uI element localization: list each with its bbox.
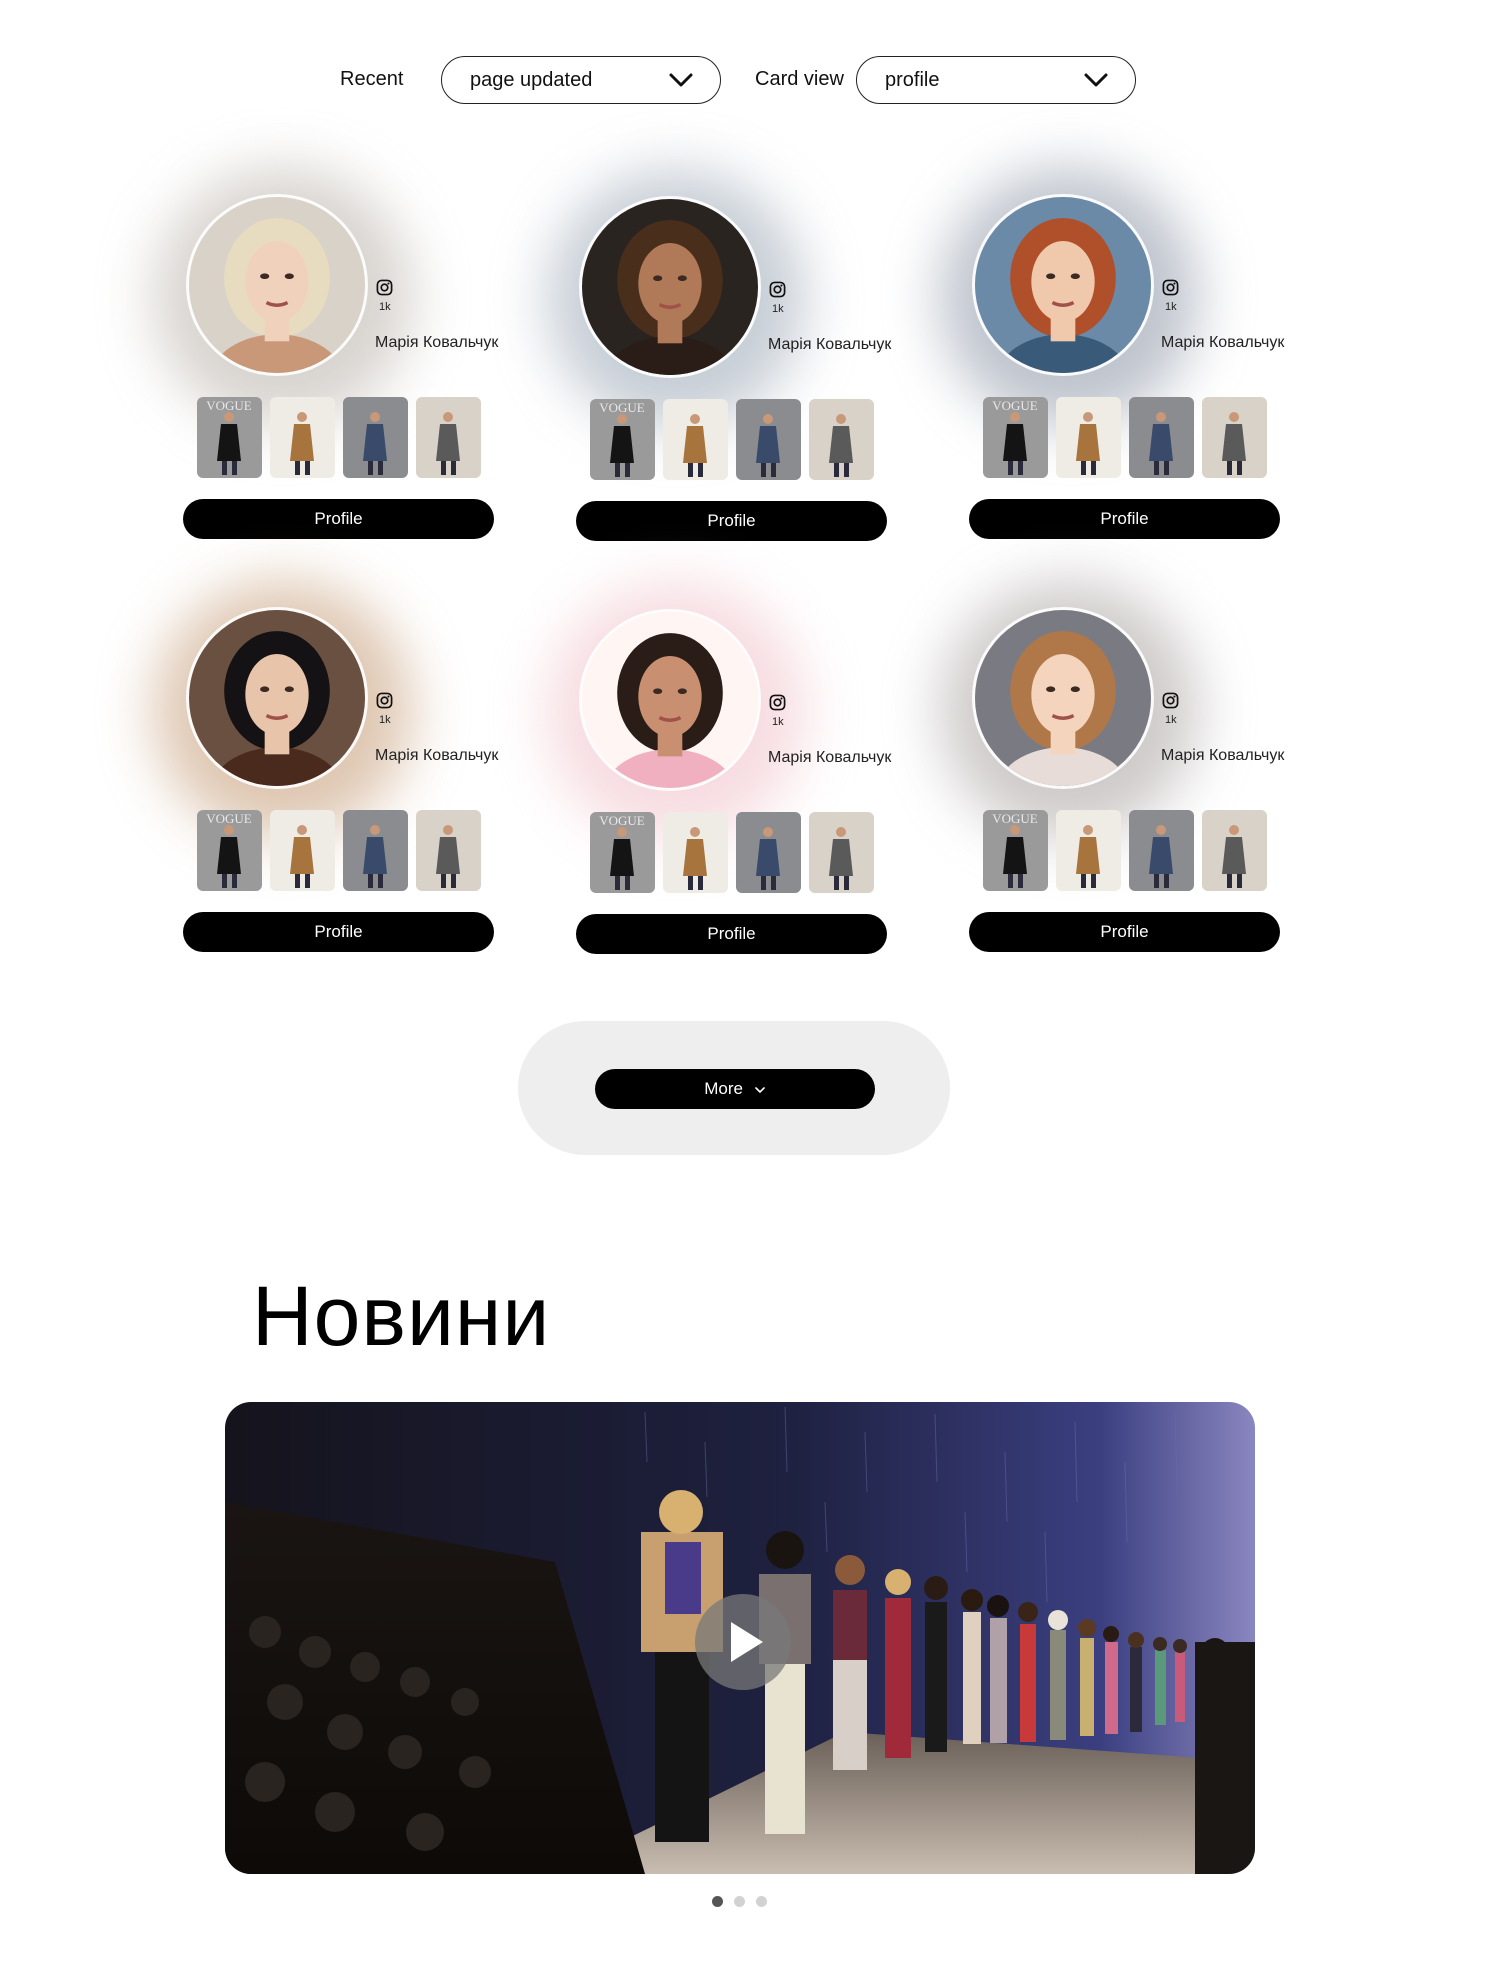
profile-thumbnail[interactable]: VOGUE [590, 399, 655, 480]
chevron-down-icon [669, 73, 693, 87]
profile-name: Марія Ковальчук [768, 336, 892, 353]
profile-card-4: 1k Марія Ковальчук VOGUE Profile [153, 580, 513, 970]
svg-text:VOGUE: VOGUE [992, 811, 1038, 826]
profile-thumbnail[interactable]: VOGUE [197, 810, 262, 891]
profile-thumbnail[interactable] [1056, 397, 1121, 478]
news-heading: Новини [252, 1269, 551, 1363]
instagram-follower-count: 1k [1165, 714, 1177, 726]
profile-button[interactable]: Profile [576, 501, 887, 541]
profile-thumbnails: VOGUE [983, 397, 1283, 479]
avatar[interactable] [975, 610, 1151, 786]
profile-thumbnail[interactable] [1056, 810, 1121, 891]
profile-thumbnail[interactable] [270, 397, 335, 478]
avatar[interactable] [189, 610, 365, 786]
profile-name: Марія Ковальчук [1161, 747, 1285, 764]
more-button[interactable]: More [595, 1069, 875, 1109]
profile-button[interactable]: Profile [969, 499, 1280, 539]
instagram-icon[interactable] [1162, 279, 1179, 296]
instagram-follower-count: 1k [379, 714, 391, 726]
chevron-down-icon [754, 1086, 765, 1093]
instagram-follower-count: 1k [772, 716, 784, 728]
recent-select[interactable]: page updated [441, 56, 721, 104]
avatar[interactable] [582, 199, 758, 375]
recent-select-value: page updated [470, 69, 593, 91]
instagram-icon[interactable] [769, 281, 786, 298]
profile-thumbnails: VOGUE [983, 810, 1283, 892]
carousel-dot-1[interactable] [712, 1896, 723, 1907]
profile-name: Марія Ковальчук [375, 334, 499, 351]
svg-text:VOGUE: VOGUE [992, 398, 1038, 413]
profile-card-3: 1k Марія Ковальчук VOGUE Profile [939, 167, 1299, 557]
play-icon [731, 1622, 763, 1662]
chevron-down-icon [1084, 73, 1108, 87]
profile-name: Марія Ковальчук [768, 749, 892, 766]
profile-thumbnails: VOGUE [197, 397, 497, 479]
profile-button[interactable]: Profile [576, 914, 887, 954]
instagram-icon[interactable] [376, 692, 393, 709]
profile-thumbnails: VOGUE [590, 812, 890, 894]
profile-thumbnail[interactable] [1202, 397, 1267, 478]
profile-thumbnail[interactable] [736, 812, 801, 893]
profile-name: Марія Ковальчук [1161, 334, 1285, 351]
svg-text:VOGUE: VOGUE [599, 400, 645, 415]
profile-card-6: 1k Марія Ковальчук VOGUE Profile [939, 580, 1299, 970]
profile-thumbnails: VOGUE [590, 399, 890, 481]
profile-name: Марія Ковальчук [375, 747, 499, 764]
svg-text:VOGUE: VOGUE [206, 398, 252, 413]
more-button-label: More [704, 1079, 743, 1098]
profile-thumbnail[interactable] [1129, 397, 1194, 478]
profile-thumbnails: VOGUE [197, 810, 497, 892]
profile-button[interactable]: Profile [183, 912, 494, 952]
profile-thumbnail[interactable]: VOGUE [197, 397, 262, 478]
play-button[interactable] [695, 1594, 791, 1690]
profile-thumbnail[interactable]: VOGUE [590, 812, 655, 893]
news-video-card[interactable] [225, 1402, 1255, 1874]
profile-thumbnail[interactable] [343, 397, 408, 478]
card-view-select-value: profile [885, 69, 940, 91]
profile-thumbnail[interactable] [809, 399, 874, 480]
more-container: More [518, 1021, 950, 1155]
profile-thumbnail[interactable] [270, 810, 335, 891]
recent-label: Recent [340, 68, 404, 90]
instagram-icon[interactable] [1162, 692, 1179, 709]
carousel-dot-2[interactable] [734, 1896, 745, 1907]
instagram-icon[interactable] [769, 694, 786, 711]
profile-thumbnail[interactable]: VOGUE [983, 810, 1048, 891]
profile-thumbnail[interactable]: VOGUE [983, 397, 1048, 478]
profile-button[interactable]: Profile [969, 912, 1280, 952]
profile-thumbnail[interactable] [416, 810, 481, 891]
carousel-pagination [712, 1896, 772, 1908]
avatar[interactable] [582, 612, 758, 788]
card-view-select[interactable]: profile [856, 56, 1136, 104]
instagram-icon[interactable] [376, 279, 393, 296]
instagram-follower-count: 1k [1165, 301, 1177, 313]
svg-text:VOGUE: VOGUE [206, 811, 252, 826]
carousel-dot-3[interactable] [756, 1896, 767, 1907]
svg-text:VOGUE: VOGUE [599, 813, 645, 828]
profile-card-1: 1k Марія Ковальчук VOGUE Profile [153, 167, 513, 557]
instagram-follower-count: 1k [379, 301, 391, 313]
profile-thumbnail[interactable] [736, 399, 801, 480]
profile-card-2: 1k Марія Ковальчук VOGUE Profile [546, 169, 906, 559]
profile-card-5: 1k Марія Ковальчук VOGUE Profile [546, 582, 906, 972]
avatar[interactable] [975, 197, 1151, 373]
profile-thumbnail[interactable] [1202, 810, 1267, 891]
filter-bar: Recent page updated Card view profile [0, 56, 1491, 104]
profile-thumbnail[interactable] [809, 812, 874, 893]
profile-button[interactable]: Profile [183, 499, 494, 539]
profile-thumbnail[interactable] [416, 397, 481, 478]
profile-thumbnail[interactable] [663, 399, 728, 480]
profile-thumbnail[interactable] [663, 812, 728, 893]
profile-thumbnail[interactable] [1129, 810, 1194, 891]
profile-thumbnail[interactable] [343, 810, 408, 891]
card-view-label: Card view [755, 68, 844, 90]
avatar[interactable] [189, 197, 365, 373]
instagram-follower-count: 1k [772, 303, 784, 315]
